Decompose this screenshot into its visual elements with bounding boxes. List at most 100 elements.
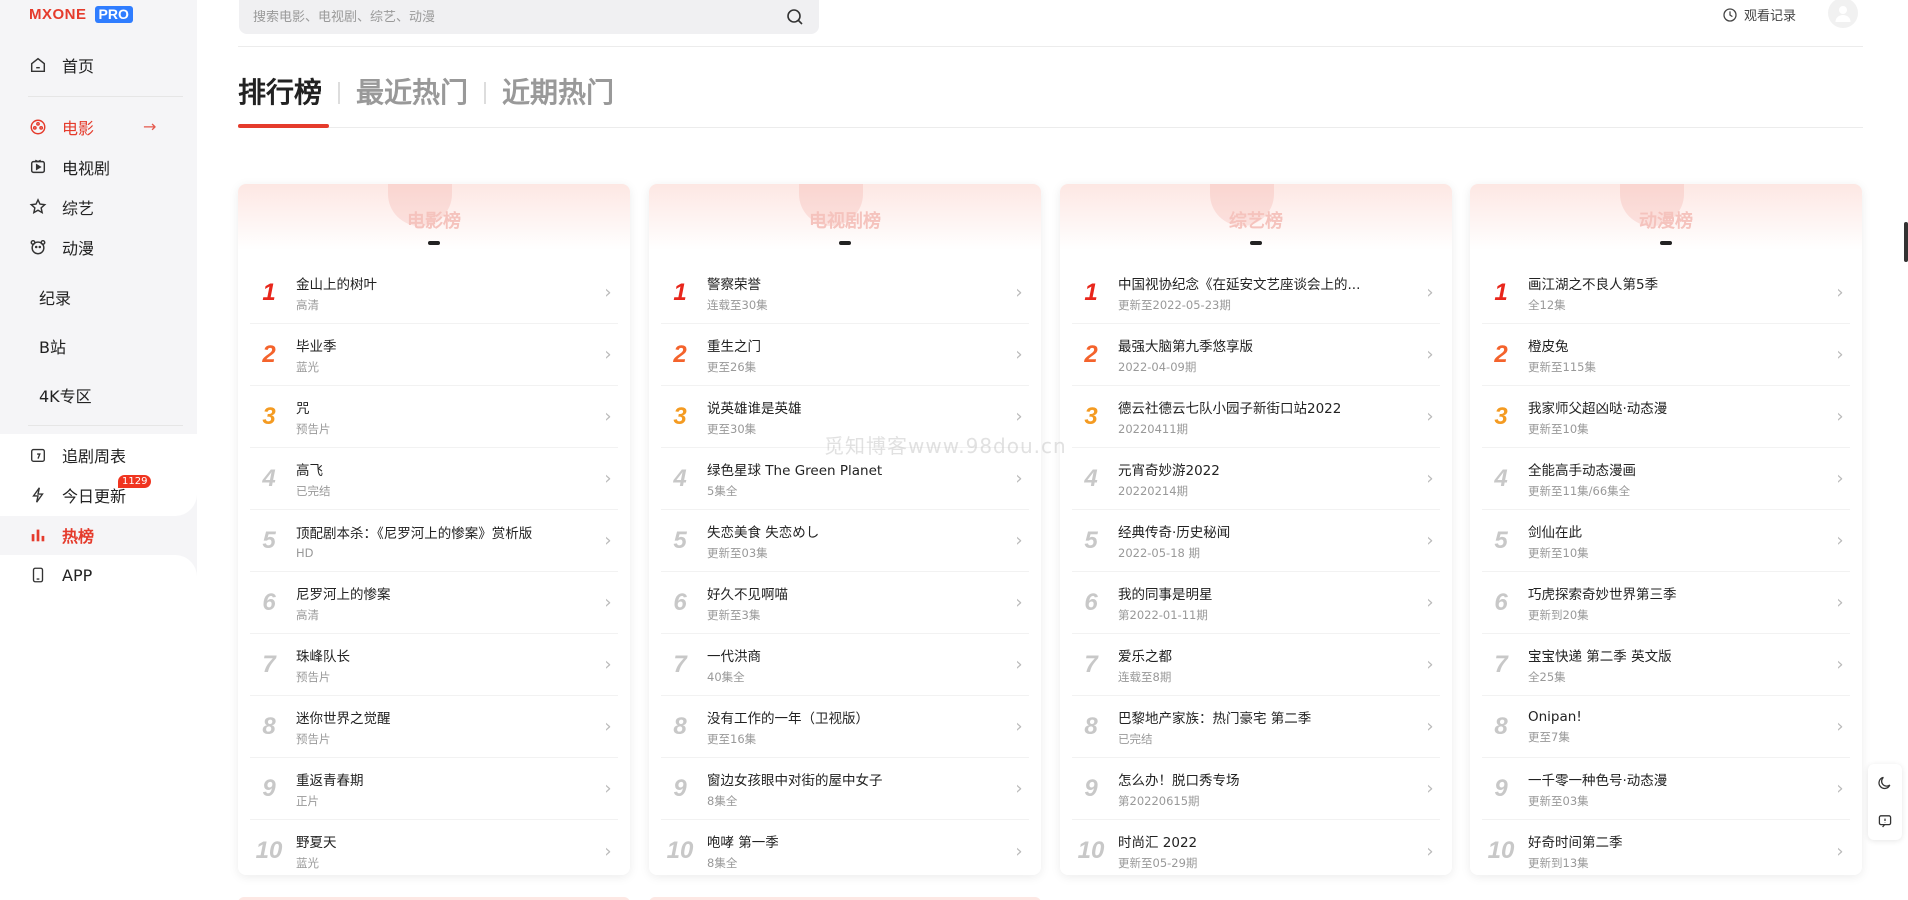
rank-item[interactable]: 3 德云社德云七队小园子新街口站2022 20220411期 › — [1072, 386, 1440, 448]
tv-icon — [28, 157, 48, 177]
watch-history-button[interactable]: 观看记录 — [1722, 5, 1796, 24]
rank-title: 窗边女孩眼中对街的屋中女子 — [707, 772, 883, 789]
sidebar-item-movie[interactable]: 电影 — [28, 112, 94, 142]
rank-title: 巧虎探索奇妙世界第三季 — [1528, 586, 1677, 603]
rank-status: 更新至115集 — [1528, 359, 1596, 374]
chevron-right-icon: › — [1426, 592, 1434, 613]
scrollbar-thumb[interactable] — [1904, 222, 1908, 262]
rank-item[interactable]: 1 警察荣誉 连载至30集 › — [661, 262, 1029, 324]
rank-item[interactable]: 2 毕业季 蓝光 › — [250, 324, 618, 386]
rank-title: 画江湖之不良人第5季 — [1528, 276, 1659, 293]
rank-item[interactable]: 3 我家师父超凶哒·动态漫 更新至10集 › — [1482, 386, 1850, 448]
rank-item[interactable]: 9 重返青春期 正片 › — [250, 758, 618, 820]
rank-item[interactable]: 9 怎么办！脱口秀专场 第20220615期 › — [1072, 758, 1440, 820]
rank-title: 野夏天 — [296, 835, 337, 851]
rank-number: 2 — [673, 340, 687, 368]
rank-number: 8 — [673, 712, 687, 740]
rank-title: 中国视协纪念《在延安文艺座谈会上的... — [1118, 276, 1361, 293]
rank-item[interactable]: 4 元宵奇妙游2022 20220214期 › — [1072, 448, 1440, 510]
watch-history-label: 观看记录 — [1744, 9, 1797, 24]
rank-text: 没有工作的一年（卫视版） 更至16集 — [699, 707, 1009, 747]
rank-title: 重生之门 — [707, 338, 761, 355]
rank-number: 7 — [262, 650, 276, 678]
sidebar-item-today-update[interactable]: 今日更新 — [28, 480, 126, 510]
rank-number: 2 — [1494, 340, 1508, 368]
sidebar-item-home[interactable]: 首页 — [28, 50, 94, 80]
rank-item[interactable]: 4 全能高手动态漫画 更新至11集/66集全 › — [1482, 448, 1850, 510]
tab-recent-hot[interactable]: 最近热门 — [356, 73, 468, 113]
sidebar-item-label: 电视剧 — [62, 159, 111, 178]
rank-text: 我家师父超凶哒·动态漫 更新至10集 — [1520, 397, 1830, 437]
rank-text: 咒预告片 — [288, 397, 598, 437]
rank-item[interactable]: 7 一代洪商 40集全 › — [661, 634, 1029, 696]
sidebar-item-hot[interactable]: 热榜 — [28, 520, 94, 550]
rank-item[interactable]: 8 巴黎地产家族：热门豪宅 第二季 已完结 › — [1072, 696, 1440, 758]
rank-item[interactable]: 9 一千零一种色号·动态漫 更新至03集 › — [1482, 758, 1850, 820]
sidebar-item-4k[interactable]: 4K专区 — [39, 380, 92, 410]
tab-ranking[interactable]: 排行榜 — [238, 73, 322, 113]
rank-text: 咆哮 第一季 8集全 — [699, 831, 1009, 871]
sidebar-item-schedule[interactable]: 追剧周表 — [28, 440, 126, 470]
sidebar-item-tv[interactable]: 电视剧 — [28, 152, 110, 182]
sidebar-item-bilibili[interactable]: B站 — [39, 331, 66, 361]
rank-item[interactable]: 7 珠峰队长 预告片 › — [250, 634, 618, 696]
card-header: 动漫榜 — [1470, 184, 1862, 250]
rank-text: 一代洪商 40集全 — [699, 645, 1009, 685]
rank-item[interactable]: 2 最强大脑第九季悠享版 2022-04-09期 › — [1072, 324, 1440, 386]
chevron-right-icon: › — [1015, 468, 1023, 489]
rank-status: 更新至05-29期 — [1118, 856, 1198, 870]
rank-status: 更新至11集/66集全 — [1528, 483, 1631, 498]
logo[interactable]: MXONE PRO — [29, 6, 133, 23]
sidebar-item-variety[interactable]: 综艺 — [28, 192, 94, 222]
rank-item[interactable]: 10 咆哮 第一季 8集全 › — [661, 820, 1029, 875]
tab-upcoming-hot[interactable]: 近期热门 — [502, 73, 614, 113]
rank-item[interactable]: 1 中国视协纪念《在延安文艺座谈会上的... 更新至2022-05-23期 › — [1072, 262, 1440, 324]
rank-item[interactable]: 10 野夏天 蓝光 › — [250, 820, 618, 875]
rank-item[interactable]: 10 好奇时间第二季 更新到13集 › — [1482, 820, 1850, 875]
rank-item[interactable]: 5 失恋美食 失恋めし 更新至03集 › — [661, 510, 1029, 572]
avatar[interactable] — [1828, 0, 1858, 28]
rank-item[interactable]: 1 画江湖之不良人第5季 全12集 › — [1482, 262, 1850, 324]
rank-item[interactable]: 9 窗边女孩眼中对街的屋中女子 8集全 › — [661, 758, 1029, 820]
rank-item[interactable]: 2 橙皮兔 更新至115集 › — [1482, 324, 1850, 386]
search-input[interactable] — [253, 9, 785, 25]
rank-title: 我的同事是明星 — [1118, 586, 1213, 603]
clock-icon — [1723, 7, 1737, 22]
sidebar-item-anime[interactable]: 动漫 — [28, 232, 94, 262]
rank-list: 1 中国视协纪念《在延安文艺座谈会上的... 更新至2022-05-23期 › 2 最强大… — [1072, 262, 1440, 875]
rank-number: 4 — [673, 464, 687, 492]
rank-item[interactable]: 6 尼罗河上的惨案 高清 › — [250, 572, 618, 634]
calendar-icon — [28, 445, 48, 465]
rank-item[interactable]: 8 迷你世界之觉醒 预告片 › — [250, 696, 618, 758]
rank-text: Onipan! 更至7集 — [1520, 709, 1830, 745]
rank-item[interactable]: 8 Onipan! 更至7集 › — [1482, 696, 1850, 758]
rank-item[interactable]: 5 经典传奇·历史秘闻 2022-05-18 期 › — [1072, 510, 1440, 572]
rank-item[interactable]: 7 宝宝快递 第二季 英文版 全25集 › — [1482, 634, 1850, 696]
rank-item[interactable]: 1 金山上的树叶 高清 › — [250, 262, 618, 324]
rank-item[interactable]: 6 好久不见啊喵 更新至3集 › — [661, 572, 1029, 634]
rank-number: 4 — [262, 464, 276, 492]
bolt-icon — [28, 485, 48, 505]
rank-list: 1 警察荣誉 连载至30集 › 2 重生之门 更至26集 › 3 说英雄谁是英雄 更至30集 › 4 绿色… — [661, 262, 1029, 875]
dark-mode-button[interactable] — [1868, 764, 1902, 802]
rank-item[interactable]: 8 没有工作的一年（卫视版） 更至16集 › — [661, 696, 1029, 758]
sidebar-item-documentary[interactable]: 纪录 — [39, 282, 71, 312]
rank-item[interactable]: 10 时尚汇 2022 更新至05-29期 › — [1072, 820, 1440, 875]
rank-item[interactable]: 6 巧虎探索奇妙世界第三季 更新到20集 › — [1482, 572, 1850, 634]
rank-item[interactable]: 3 咒预告片 › — [250, 386, 618, 448]
rank-item[interactable]: 7 爱乐之都 连载至8期 › — [1072, 634, 1440, 696]
rank-number: 6 — [262, 588, 276, 616]
rank-text: 时尚汇 2022 更新至05-29期 — [1110, 831, 1420, 871]
search-icon[interactable] — [785, 7, 805, 27]
rank-item[interactable]: 4 高飞 已完结 › — [250, 448, 618, 510]
rank-text: 最强大脑第九季悠享版 2022-04-09期 — [1110, 335, 1420, 375]
sidebar-item-app[interactable]: APP — [28, 560, 92, 590]
rank-item[interactable]: 6 我的同事是明星 第2022-01-11期 › — [1072, 572, 1440, 634]
feedback-button[interactable] — [1868, 802, 1902, 840]
rank-item[interactable]: 5 剑仙在此 更新至10集 › — [1482, 510, 1850, 572]
chevron-right-icon: › — [1836, 716, 1844, 737]
rank-status: 高清 — [296, 607, 319, 622]
rank-title: 失恋美食 失恋めし — [707, 524, 820, 541]
rank-item[interactable]: 2 重生之门 更至26集 › — [661, 324, 1029, 386]
rank-item[interactable]: 5 顶配剧本杀：《尼罗河上的惨案》赏析版 HD › — [250, 510, 618, 572]
